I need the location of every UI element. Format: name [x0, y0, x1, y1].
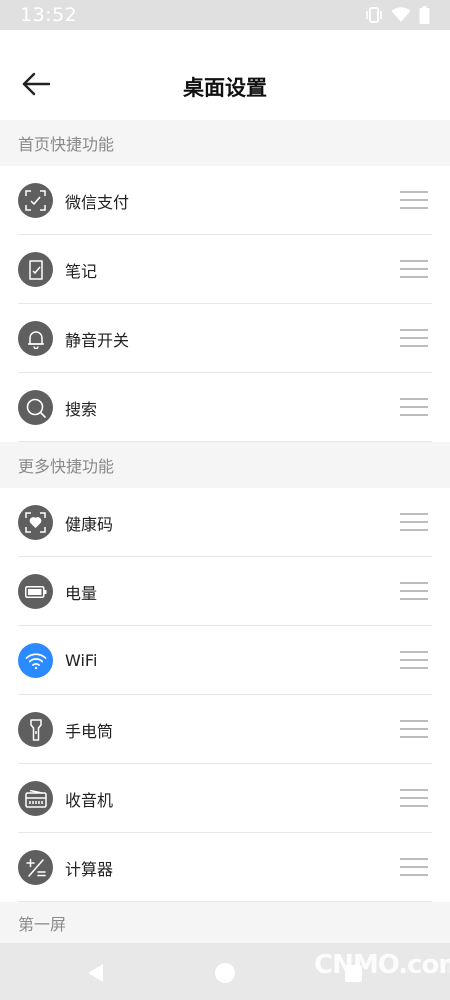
section-header-more-shortcuts: 更多快捷功能 — [0, 442, 450, 488]
list-item-flashlight[interactable]: 手电筒 — [0, 695, 450, 764]
bell-icon — [18, 321, 53, 356]
calculator-icon — [18, 850, 53, 885]
drag-handle-icon[interactable] — [400, 858, 428, 876]
list-item-note[interactable]: 笔记 — [0, 235, 450, 304]
battery-icon — [419, 6, 430, 24]
item-label: 静音开关 — [65, 330, 130, 350]
note-icon — [18, 252, 53, 287]
list-item-health-code[interactable]: 健康码 — [0, 488, 450, 557]
list-item-radio[interactable]: 收音机 — [0, 764, 450, 833]
list-item-wifi[interactable]: WiFi — [0, 626, 450, 695]
item-label: 笔记 — [65, 261, 98, 281]
drag-handle-icon[interactable] — [400, 260, 428, 278]
radio-icon — [18, 781, 53, 816]
drag-handle-icon[interactable] — [400, 513, 428, 531]
watermark: CNMO.com — [314, 950, 450, 980]
flashlight-icon — [18, 712, 53, 747]
drag-handle-icon[interactable] — [400, 720, 428, 738]
battery-icon — [18, 574, 53, 609]
item-label: 收音机 — [65, 790, 114, 810]
drag-handle-icon[interactable] — [400, 191, 428, 209]
item-label: WiFi — [65, 651, 98, 670]
drag-handle-icon[interactable] — [400, 789, 428, 807]
status-bar: 13:52 — [0, 0, 450, 30]
list-item-search[interactable]: 搜索 — [0, 373, 450, 442]
list-item-battery[interactable]: 电量 — [0, 557, 450, 626]
nav-back-icon[interactable] — [84, 962, 106, 984]
drag-handle-icon[interactable] — [400, 582, 428, 600]
vibrate-icon — [365, 7, 383, 23]
header: 桌面设置 — [0, 30, 450, 120]
list-item-calculator[interactable]: 计算器 — [0, 833, 450, 902]
page-title: 桌面设置 — [183, 76, 267, 100]
section-header-home-shortcuts: 首页快捷功能 — [0, 120, 450, 166]
section-header-first-screen: 第一屏 — [0, 902, 450, 943]
status-time: 13:52 — [20, 4, 78, 26]
wifi-icon — [18, 643, 53, 678]
item-label: 搜索 — [65, 399, 98, 419]
item-label: 健康码 — [65, 514, 114, 534]
nav-home-icon[interactable] — [215, 963, 235, 983]
wifi-icon — [391, 7, 411, 23]
search-icon — [18, 390, 53, 425]
item-label: 手电筒 — [65, 721, 114, 741]
wechat-pay-scan-icon — [18, 183, 53, 218]
drag-handle-icon[interactable] — [400, 329, 428, 347]
list-item-wechat-pay[interactable]: 微信支付 — [0, 166, 450, 235]
drag-handle-icon[interactable] — [400, 651, 428, 669]
status-icons — [365, 6, 430, 24]
list-item-mute-switch[interactable]: 静音开关 — [0, 304, 450, 373]
item-label: 计算器 — [65, 859, 114, 879]
item-label: 微信支付 — [65, 192, 130, 212]
item-label: 电量 — [65, 583, 98, 603]
drag-handle-icon[interactable] — [400, 398, 428, 416]
health-code-icon — [18, 505, 53, 540]
